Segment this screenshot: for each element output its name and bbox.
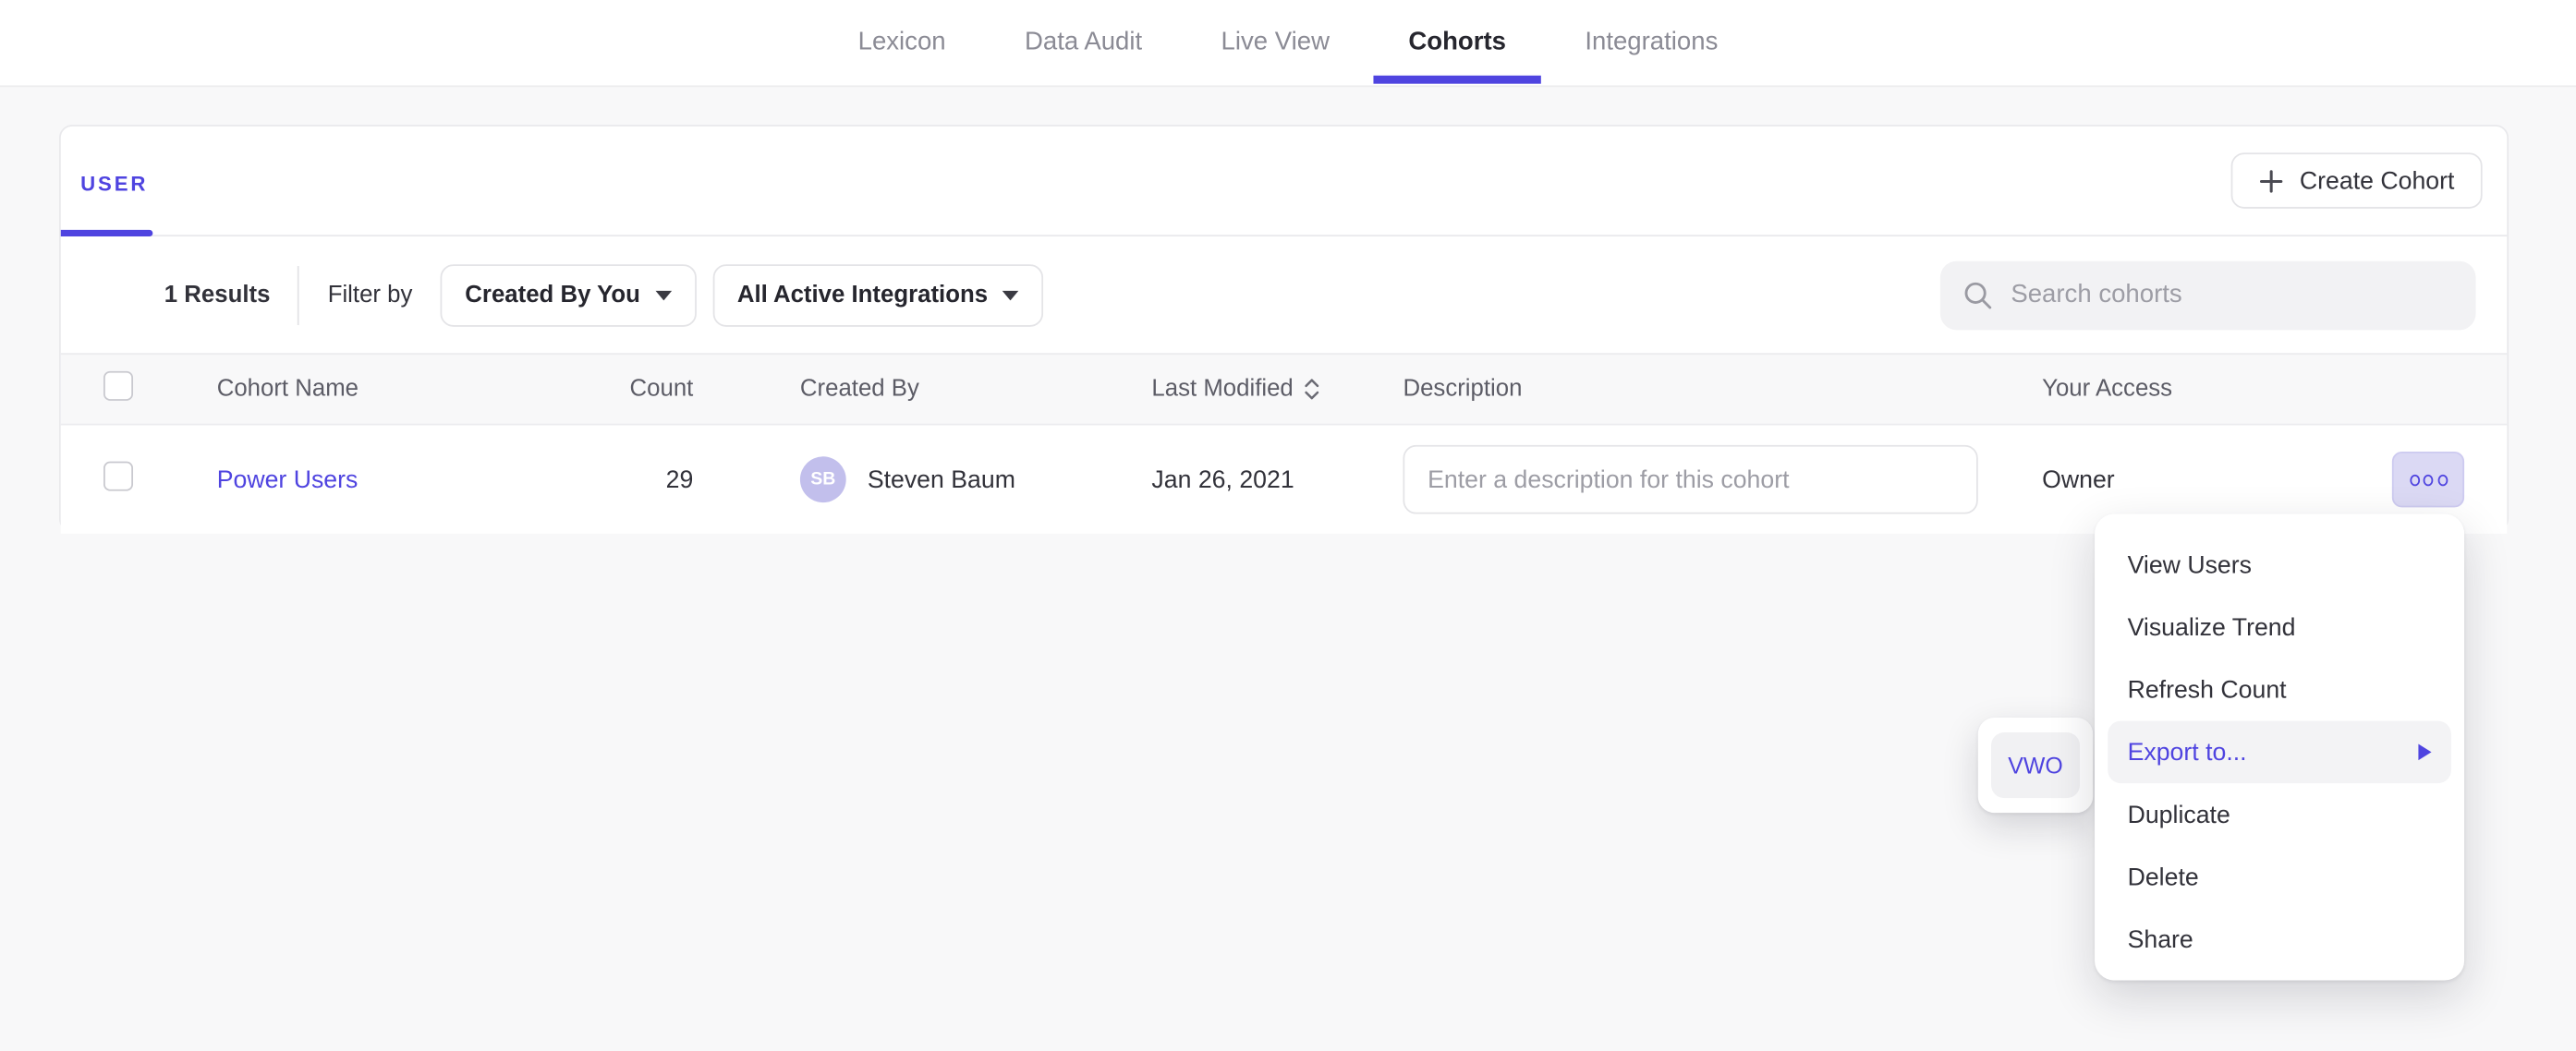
menu-item-visualize-trend[interactable]: Visualize Trend: [2095, 596, 2464, 658]
column-header-count: Count: [627, 376, 699, 402]
created-by-name: Steven Baum: [868, 465, 1015, 493]
more-options-icon: [2410, 474, 2420, 485]
tab-live-view[interactable]: Live View: [1221, 0, 1330, 85]
results-count: 1 Results: [164, 282, 271, 308]
search-box[interactable]: [1940, 260, 2476, 330]
filter-toolbar: 1 Results Filter by Created By You All A…: [61, 236, 2508, 353]
tab-data-audit[interactable]: Data Audit: [1025, 0, 1142, 85]
select-all-checkbox[interactable]: [103, 370, 133, 400]
sort-icon: [1305, 378, 1319, 401]
row-actions-menu: View Users Visualize Trend Refresh Count…: [2095, 514, 2464, 981]
tab-cohorts[interactable]: Cohorts: [1408, 0, 1506, 85]
row-checkbox[interactable]: [103, 462, 133, 491]
menu-item-view-users[interactable]: View Users: [2095, 534, 2464, 597]
column-header-cohort-name: Cohort Name: [174, 376, 627, 402]
create-cohort-button[interactable]: Create Cohort: [2230, 152, 2482, 208]
description-input[interactable]: [1403, 445, 1977, 514]
menu-item-delete[interactable]: Delete: [2095, 846, 2464, 909]
cohorts-page: Lexicon Data Audit Live View Cohorts Int…: [0, 0, 2576, 1051]
tab-user[interactable]: USER: [80, 173, 148, 196]
search-input[interactable]: [2011, 280, 2452, 309]
last-modified-label: Last Modified: [1151, 376, 1293, 402]
filter-by-label: Filter by: [328, 282, 413, 308]
submenu-arrow-icon: [2418, 743, 2431, 760]
card-tab-bar: USER Create Cohort: [61, 127, 2508, 236]
menu-item-duplicate[interactable]: Duplicate: [2095, 783, 2464, 846]
created-by-filter-dropdown[interactable]: Created By You: [441, 263, 697, 326]
table-header-row: Cohort Name Count Created By Last Modifi…: [61, 353, 2508, 425]
row-actions-button[interactable]: [2392, 452, 2464, 507]
column-header-your-access: Your Access: [1983, 376, 2333, 402]
toolbar-divider: [298, 265, 300, 324]
plus-icon: [2258, 168, 2283, 193]
menu-item-export-to[interactable]: Export to...: [2108, 721, 2451, 784]
created-by-filter-value: Created By You: [465, 282, 640, 308]
menu-item-refresh-count[interactable]: Refresh Count: [2095, 658, 2464, 721]
chevron-down-icon: [655, 290, 672, 300]
last-modified-value: Jan 26, 2021: [1109, 465, 1343, 493]
active-tab-underline: [61, 230, 153, 236]
export-to-label: Export to...: [2128, 738, 2247, 766]
top-nav: Lexicon Data Audit Live View Cohorts Int…: [0, 0, 2576, 87]
create-cohort-label: Create Cohort: [2300, 166, 2455, 194]
chevron-down-icon: [1002, 290, 1019, 300]
column-header-last-modified[interactable]: Last Modified: [1109, 376, 1343, 402]
cohorts-card: USER Create Cohort 1 Results Filter by C…: [59, 125, 2509, 532]
menu-item-share[interactable]: Share: [2095, 908, 2464, 971]
column-header-created-by: Created By: [699, 376, 1109, 402]
top-nav-tabs: Lexicon Data Audit Live View Cohorts Int…: [858, 0, 1719, 85]
access-value: Owner: [1983, 465, 2333, 493]
export-option-vwo[interactable]: VWO: [1991, 732, 2080, 798]
export-submenu: VWO: [1978, 718, 2093, 813]
tab-integrations[interactable]: Integrations: [1585, 0, 1718, 85]
tab-lexicon[interactable]: Lexicon: [858, 0, 946, 85]
cohort-name-link[interactable]: Power Users: [217, 465, 358, 493]
avatar: SB: [800, 456, 846, 502]
search-icon: [1963, 280, 1993, 309]
cohort-count: 29: [627, 465, 699, 493]
integrations-filter-dropdown[interactable]: All Active Integrations: [712, 263, 1043, 326]
integrations-filter-value: All Active Integrations: [737, 282, 988, 308]
column-header-description: Description: [1343, 376, 1983, 402]
